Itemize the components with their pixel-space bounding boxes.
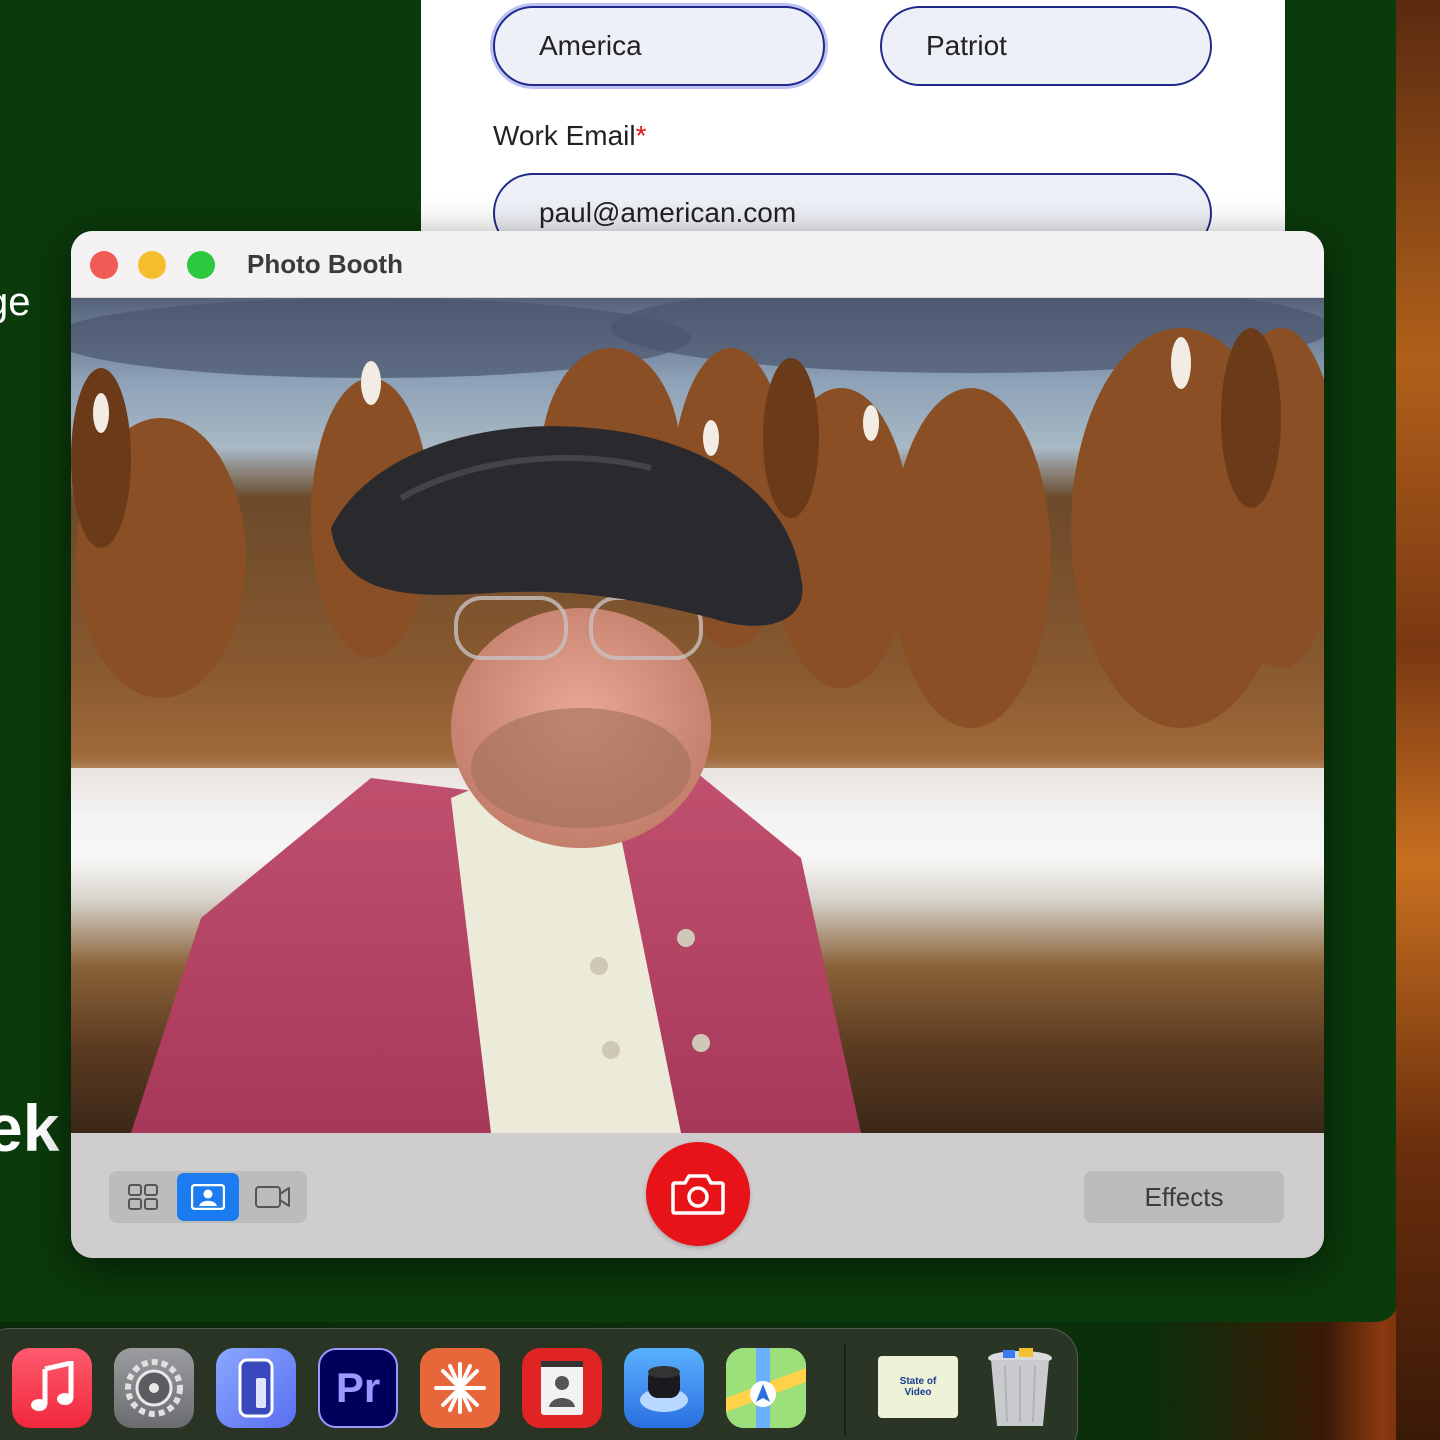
take-photo-button[interactable] (646, 1142, 750, 1246)
grid-view-button[interactable] (112, 1173, 174, 1221)
first-name-value: America (539, 30, 642, 61)
portrait-icon (191, 1184, 225, 1210)
dock-camo-app[interactable] (624, 1348, 704, 1428)
camera-preview-image (71, 298, 1324, 1133)
maps-icon (726, 1348, 806, 1428)
title-bar: Photo Booth (71, 231, 1324, 298)
webcam-icon (640, 1366, 688, 1412)
signup-form-panel: America Patriot Work Email* paul@america… (421, 0, 1285, 253)
close-button[interactable] (90, 251, 118, 279)
dock-iphone-mirroring-app[interactable] (216, 1348, 296, 1428)
last-name-value: Patriot (926, 30, 1007, 61)
dock-trash[interactable] (980, 1348, 1060, 1428)
grid-icon (128, 1184, 158, 1210)
dock-state-of-video-document[interactable]: State of Video (878, 1356, 958, 1418)
work-email-value: paul@american.com (539, 197, 797, 228)
capture-mode-selector (109, 1171, 307, 1223)
zoom-button[interactable] (187, 251, 215, 279)
required-mark: * (635, 120, 647, 151)
work-email-label-text: Work Email (493, 120, 636, 151)
dock-photo-booth-app[interactable] (522, 1348, 602, 1428)
camera-preview (71, 298, 1324, 1133)
dock-maps-app[interactable] (726, 1348, 806, 1428)
premiere-icon: Pr (335, 1364, 381, 1411)
photo-booth-toolbar: Effects (71, 1133, 1324, 1258)
photo-booth-window: Photo Booth Effects (71, 231, 1324, 1258)
minimize-button[interactable] (138, 251, 166, 279)
first-name-field[interactable]: America (493, 6, 825, 86)
effects-button[interactable]: Effects (1084, 1171, 1284, 1223)
last-name-field[interactable]: Patriot (880, 6, 1212, 86)
trash-icon (988, 1348, 1052, 1426)
work-email-label: Work Email* (493, 120, 647, 152)
starburst-icon (434, 1362, 486, 1414)
music-note-icon (31, 1361, 74, 1411)
gear-icon (125, 1359, 183, 1417)
dock-premiere-pro-app[interactable]: Pr (318, 1348, 398, 1428)
video-mode-button[interactable] (242, 1173, 304, 1221)
dock-claude-app[interactable] (420, 1348, 500, 1428)
desktop-wallpaper (1396, 0, 1440, 1440)
dock-separator (844, 1344, 846, 1436)
background-edge-text-bottom: ek (0, 1091, 60, 1165)
photo-booth-icon (541, 1361, 583, 1415)
dock-system-settings-app[interactable] (114, 1348, 194, 1428)
camera-icon (671, 1174, 725, 1215)
video-camera-icon (255, 1186, 290, 1208)
phone-icon (238, 1358, 274, 1418)
window-title: Photo Booth (247, 249, 403, 279)
background-edge-text-top: ge (0, 280, 31, 324)
single-photo-button[interactable] (177, 1173, 239, 1221)
dock-music-app[interactable] (12, 1348, 92, 1428)
document-thumbnail-icon: State of Video (899, 1376, 937, 1398)
